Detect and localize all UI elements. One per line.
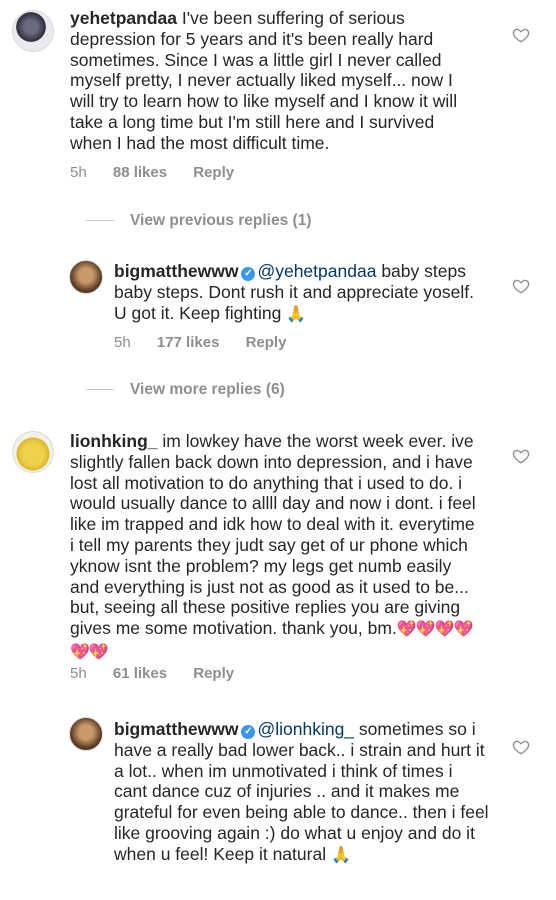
comment-time: 5h [114,334,131,351]
avatar[interactable] [12,431,54,473]
heart-outline-icon[interactable] [512,447,530,465]
mention-link[interactable]: @yehetpandaa [257,261,376,281]
pray-emoji: 🙏 [286,305,307,323]
heart-outline-icon[interactable] [512,277,530,295]
heart-outline-icon[interactable] [512,738,530,756]
divider-line [86,389,114,391]
heart-outline-icon[interactable] [512,26,530,44]
comment-text: I've been suffering of serious depressio… [70,8,458,153]
comment-username[interactable]: bigmatthewww [114,719,238,739]
comment-time: 5h [70,665,87,682]
comment-time: 5h [70,164,87,181]
bottom-edge [0,892,556,900]
verified-badge-icon: ✓ [241,725,256,739]
reply-button[interactable]: Reply [193,164,234,181]
reply-button[interactable]: Reply [193,665,234,682]
comment-text: im lowkey have the worst week ever. ive … [70,431,476,639]
divider-line [86,220,114,222]
pray-emoji: 🙏 [330,846,351,864]
comment-text: sometimes so i have a really bad lower b… [114,719,489,864]
likes-count[interactable]: 177 likes [157,334,220,351]
view-more-replies[interactable]: View more replies (6) [86,381,285,399]
mention-link[interactable]: @lionhking_ [257,719,354,739]
comment-username[interactable]: yehetpandaa [70,8,177,28]
comment-meta: 5h 88 likes Reply [70,164,256,181]
avatar[interactable] [12,10,54,52]
comment-username[interactable]: lionhking_ [70,431,158,451]
view-more-label[interactable]: View more replies (6) [130,381,285,398]
avatar[interactable] [69,717,103,751]
view-previous-label[interactable]: View previous replies (1) [130,212,311,229]
avatar[interactable] [69,260,103,294]
comment-meta: 5h 177 likes Reply [114,334,308,351]
reply-button[interactable]: Reply [246,334,287,351]
comment-meta: 5h 61 likes Reply [70,665,256,682]
verified-badge-icon: ✓ [241,267,256,281]
likes-count[interactable]: 88 likes [113,164,167,181]
comment-username[interactable]: bigmatthewww [114,261,238,281]
likes-count[interactable]: 61 likes [113,665,167,682]
view-previous-replies[interactable]: View previous replies (1) [86,212,311,230]
